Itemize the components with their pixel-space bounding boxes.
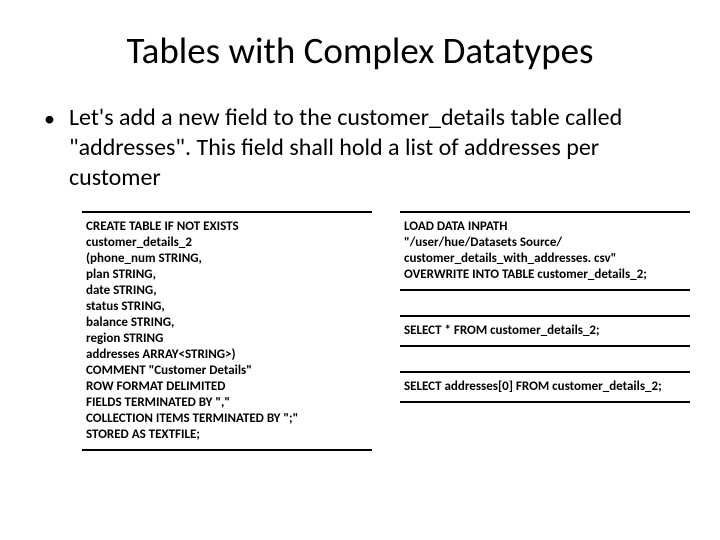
bullet-text: Let's add a new field to the customer_de… — [69, 103, 690, 193]
bullet-item: • Let's add a new field to the customer_… — [44, 103, 690, 193]
slide: Tables with Complex Datatypes • Let's ad… — [0, 0, 720, 540]
create-table-box: CREATE TABLE IF NOT EXISTS customer_deta… — [82, 211, 372, 451]
load-data-box: LOAD DATA INPATH "/user/hue/Datasets Sou… — [400, 211, 690, 291]
create-table-code: CREATE TABLE IF NOT EXISTS customer_deta… — [86, 219, 368, 443]
code-columns: CREATE TABLE IF NOT EXISTS customer_deta… — [82, 211, 690, 465]
slide-title: Tables with Complex Datatypes — [30, 28, 690, 73]
select-index-code: SELECT addresses[0] FROM customer_detail… — [404, 379, 686, 395]
load-data-code: LOAD DATA INPATH "/user/hue/Datasets Sou… — [404, 219, 686, 283]
select-all-box: SELECT * FROM customer_details_2; — [400, 315, 690, 347]
right-column: LOAD DATA INPATH "/user/hue/Datasets Sou… — [400, 211, 690, 465]
select-all-code: SELECT * FROM customer_details_2; — [404, 323, 686, 339]
bullet-dot-icon: • — [44, 105, 55, 133]
select-index-box: SELECT addresses[0] FROM customer_detail… — [400, 371, 690, 403]
left-column: CREATE TABLE IF NOT EXISTS customer_deta… — [82, 211, 372, 465]
